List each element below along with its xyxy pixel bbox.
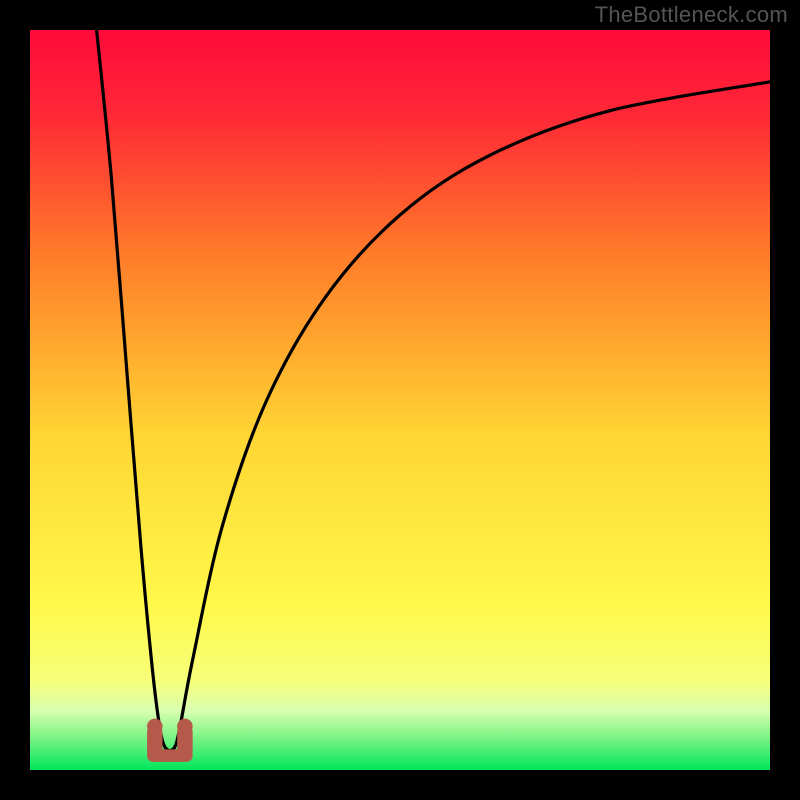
plot-svg [30, 30, 770, 770]
chart-frame: TheBottleneck.com [0, 0, 800, 800]
plot-area [30, 30, 770, 770]
gradient-background [30, 30, 770, 770]
watermark-text: TheBottleneck.com [595, 2, 788, 28]
